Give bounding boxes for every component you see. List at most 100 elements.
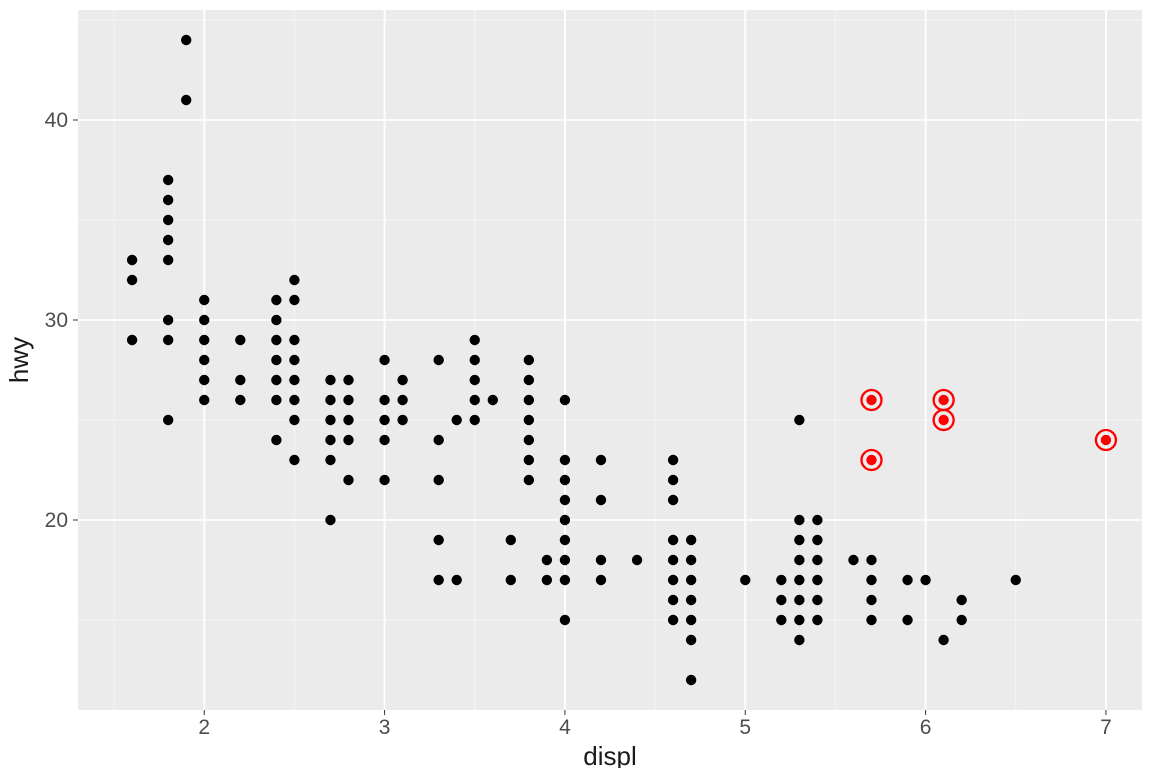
- data-point: [740, 575, 750, 585]
- data-point: [343, 435, 353, 445]
- data-point: [560, 495, 570, 505]
- data-point: [397, 415, 407, 425]
- data-point: [794, 635, 804, 645]
- data-point: [560, 395, 570, 405]
- data-point: [686, 555, 696, 565]
- data-point: [794, 415, 804, 425]
- data-point: [686, 595, 696, 605]
- data-point: [794, 555, 804, 565]
- data-point-highlight: [938, 395, 948, 405]
- data-point: [289, 275, 299, 285]
- data-point: [235, 335, 245, 345]
- data-point-highlight: [866, 395, 876, 405]
- data-point: [596, 495, 606, 505]
- data-point-highlight: [938, 415, 948, 425]
- data-point: [433, 535, 443, 545]
- data-point: [271, 315, 281, 325]
- data-point: [470, 415, 480, 425]
- data-point: [686, 635, 696, 645]
- data-point: [668, 615, 678, 625]
- data-point: [560, 615, 570, 625]
- data-point: [433, 435, 443, 445]
- data-point: [506, 535, 516, 545]
- data-point: [686, 615, 696, 625]
- data-point: [271, 435, 281, 445]
- scatter-chart: 234567203040displhwy: [0, 0, 1152, 768]
- data-point: [524, 355, 534, 365]
- data-point: [668, 555, 678, 565]
- data-point: [812, 615, 822, 625]
- data-point: [866, 555, 876, 565]
- data-point: [524, 395, 534, 405]
- data-point: [560, 555, 570, 565]
- data-point: [199, 395, 209, 405]
- data-point: [488, 395, 498, 405]
- data-point: [163, 195, 173, 205]
- data-point: [470, 395, 480, 405]
- data-point: [433, 475, 443, 485]
- data-point: [524, 415, 534, 425]
- data-point: [163, 335, 173, 345]
- data-point: [812, 555, 822, 565]
- data-point: [325, 375, 335, 385]
- data-point: [289, 355, 299, 365]
- data-point: [452, 575, 462, 585]
- data-point: [596, 575, 606, 585]
- data-point: [560, 455, 570, 465]
- chart-svg: 234567203040displhwy: [0, 0, 1152, 768]
- data-point: [902, 575, 912, 585]
- x-tick-label: 2: [198, 716, 210, 739]
- data-point: [524, 455, 534, 465]
- data-point: [470, 375, 480, 385]
- data-point: [343, 395, 353, 405]
- data-point: [812, 595, 822, 605]
- data-point: [379, 475, 389, 485]
- data-point: [938, 635, 948, 645]
- data-point: [271, 375, 281, 385]
- data-point: [379, 435, 389, 445]
- data-point: [325, 395, 335, 405]
- data-point: [668, 475, 678, 485]
- plot-panel: [78, 10, 1142, 710]
- y-tick-label: 40: [45, 109, 68, 132]
- data-point: [235, 395, 245, 405]
- data-point: [343, 415, 353, 425]
- data-point: [542, 575, 552, 585]
- data-point: [668, 595, 678, 605]
- data-point: [271, 355, 281, 365]
- data-point: [289, 395, 299, 405]
- data-point: [668, 495, 678, 505]
- data-point: [235, 375, 245, 385]
- data-point: [452, 415, 462, 425]
- data-point: [902, 615, 912, 625]
- data-point: [794, 515, 804, 525]
- x-tick-label: 4: [559, 716, 571, 739]
- data-point: [668, 535, 678, 545]
- data-point: [776, 595, 786, 605]
- data-point: [163, 175, 173, 185]
- data-point: [343, 375, 353, 385]
- data-point: [397, 375, 407, 385]
- data-point: [325, 435, 335, 445]
- data-point: [289, 415, 299, 425]
- data-point: [433, 355, 443, 365]
- data-point: [271, 335, 281, 345]
- y-tick-label: 20: [45, 509, 68, 532]
- data-point: [794, 535, 804, 545]
- data-point: [325, 415, 335, 425]
- data-point: [506, 575, 516, 585]
- data-point: [271, 295, 281, 305]
- data-point: [866, 575, 876, 585]
- data-point: [379, 355, 389, 365]
- data-point: [866, 615, 876, 625]
- data-point: [127, 255, 137, 265]
- data-point: [163, 415, 173, 425]
- data-point: [470, 355, 480, 365]
- data-point: [325, 455, 335, 465]
- data-point: [794, 615, 804, 625]
- data-point: [956, 595, 966, 605]
- data-point: [560, 475, 570, 485]
- data-point: [325, 515, 335, 525]
- data-point: [163, 235, 173, 245]
- data-point: [524, 435, 534, 445]
